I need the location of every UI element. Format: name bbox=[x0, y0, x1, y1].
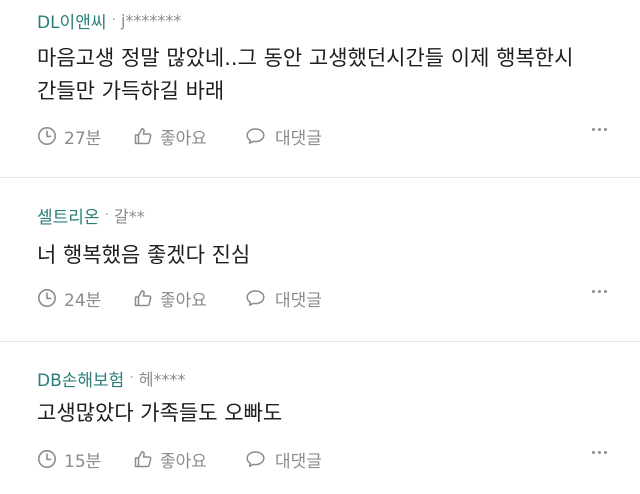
comment-meta: DB손해보험 · 헤**** bbox=[37, 366, 186, 391]
reply-button[interactable]: 대댓글 bbox=[245, 286, 365, 311]
time-info: 27분 bbox=[37, 124, 133, 149]
meta-separator: · bbox=[104, 207, 110, 223]
comment-text-line: 고생많았다 가족들도 오빠도 bbox=[37, 401, 283, 425]
more-dots-icon[interactable] bbox=[592, 128, 607, 131]
comment-text-line: 너 행복했음 좋겠다 진심 bbox=[37, 243, 251, 267]
like-button[interactable]: 좋아요 bbox=[133, 286, 245, 311]
comment-text-line: 마음고생 정말 많았네..그 동안 고생했던시간들 이제 행복한시 bbox=[37, 46, 574, 70]
user-id: j******* bbox=[120, 10, 182, 30]
clock-icon bbox=[37, 126, 64, 146]
comment-actions: 15분 좋아요 대댓글 bbox=[37, 447, 607, 472]
like-label: 좋아요 bbox=[160, 290, 207, 311]
like-label: 좋아요 bbox=[160, 451, 207, 472]
thumbs-up-icon bbox=[133, 288, 160, 308]
clock-icon bbox=[37, 449, 64, 469]
thumbs-up-icon bbox=[133, 449, 160, 469]
author-name[interactable]: 셀트리온 bbox=[37, 203, 100, 228]
comment-actions: 27분 좋아요 대댓글 bbox=[37, 124, 607, 149]
comment-item: 셀트리온 · 갈** 너 행복했음 좋겠다 진심 24분 좋아요 대댓글 bbox=[0, 178, 640, 342]
comment-item: DB손해보험 · 헤**** 고생많았다 가족들도 오빠도 15분 좋아요 대댓… bbox=[0, 342, 640, 494]
speech-bubble-icon bbox=[245, 126, 275, 146]
more-dots-icon[interactable] bbox=[592, 290, 607, 293]
user-id: 갈** bbox=[114, 207, 145, 226]
author-name[interactable]: DL이앤씨 bbox=[37, 8, 106, 33]
author-name[interactable]: DB손해보험 bbox=[37, 366, 124, 391]
comment-meta: 셀트리온 · 갈** bbox=[37, 203, 145, 228]
more-dots-icon[interactable] bbox=[592, 451, 607, 454]
comment-actions: 24분 좋아요 대댓글 bbox=[37, 286, 607, 311]
reply-button[interactable]: 대댓글 bbox=[245, 447, 365, 472]
comment-text: 고생많았다 가족들도 오빠도 bbox=[37, 397, 627, 430]
reply-button[interactable]: 대댓글 bbox=[245, 124, 365, 149]
speech-bubble-icon bbox=[245, 288, 275, 308]
thumbs-up-icon bbox=[133, 126, 160, 146]
speech-bubble-icon bbox=[245, 449, 275, 469]
time-text: 27분 bbox=[64, 128, 102, 149]
time-text: 24분 bbox=[64, 290, 102, 311]
comment-text-line: 간들만 가득하길 바래 bbox=[37, 79, 225, 103]
user-id: 헤**** bbox=[138, 370, 186, 389]
time-text: 15분 bbox=[64, 451, 102, 472]
like-button[interactable]: 좋아요 bbox=[133, 124, 245, 149]
comment-text: 너 행복했음 좋겠다 진심 bbox=[37, 239, 627, 272]
meta-separator: · bbox=[129, 370, 134, 386]
time-info: 15분 bbox=[37, 447, 133, 472]
time-info: 24분 bbox=[37, 286, 133, 311]
comment-meta: DL이앤씨 · j******* bbox=[37, 8, 182, 33]
like-label: 좋아요 bbox=[160, 128, 207, 149]
meta-separator: · bbox=[111, 12, 116, 28]
reply-label: 대댓글 bbox=[275, 290, 322, 311]
clock-icon bbox=[37, 288, 64, 308]
comment-item: DL이앤씨 · j******* 마음고생 정말 많았네..그 동안 고생했던시… bbox=[0, 0, 640, 178]
like-button[interactable]: 좋아요 bbox=[133, 447, 245, 472]
reply-label: 대댓글 bbox=[275, 451, 322, 472]
comment-text: 마음고생 정말 많았네..그 동안 고생했던시간들 이제 행복한시 간들만 가득… bbox=[37, 42, 627, 108]
reply-label: 대댓글 bbox=[275, 128, 322, 149]
